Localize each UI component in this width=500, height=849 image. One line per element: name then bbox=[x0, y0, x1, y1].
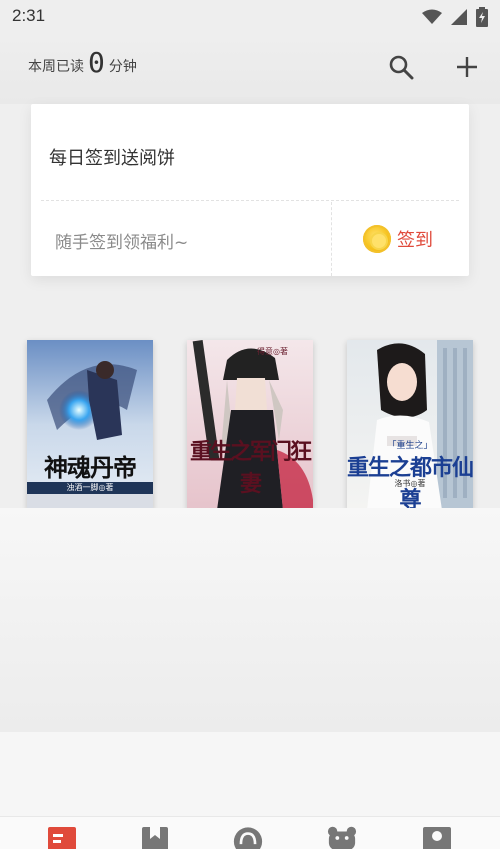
search-button[interactable] bbox=[386, 52, 416, 82]
nav-item-profile[interactable] bbox=[422, 825, 452, 849]
nav-item-community[interactable] bbox=[327, 825, 357, 849]
signin-divider bbox=[41, 200, 459, 201]
status-icons bbox=[422, 7, 488, 27]
bear-icon bbox=[327, 826, 357, 849]
weekly-prefix: 本周已读 bbox=[28, 59, 84, 75]
profile-icon bbox=[423, 827, 451, 849]
book-author-3: 洛书◎著 bbox=[394, 479, 426, 488]
book-cover-3[interactable]: 「重生之」 重生之都市仙尊 洛书◎著 bbox=[347, 340, 473, 510]
signin-button[interactable]: 签到 bbox=[363, 224, 433, 254]
status-bar: 2:31 bbox=[0, 0, 500, 34]
signin-title: 每日签到送阅饼 bbox=[49, 148, 175, 169]
wifi-icon bbox=[422, 9, 442, 24]
book-title-2: 重生之军门狂妻 bbox=[189, 439, 312, 497]
header: 本周已读 0 分钟 bbox=[0, 34, 500, 104]
nav-item-audio[interactable] bbox=[233, 825, 263, 849]
content-empty-area bbox=[0, 508, 500, 732]
weekly-suffix: 分钟 bbox=[108, 59, 137, 75]
nav-item-bookmark[interactable] bbox=[140, 825, 170, 849]
bottom-navigation bbox=[0, 816, 500, 849]
signin-button-label: 签到 bbox=[397, 230, 433, 251]
cellular-signal-icon bbox=[451, 9, 467, 25]
bookshelf-icon bbox=[48, 827, 76, 849]
weekly-minutes: 0 bbox=[88, 46, 105, 79]
book-author-1: 浊酒一脚◎著 bbox=[66, 483, 114, 492]
weekly-reading-stats: 本周已读 0 分钟 bbox=[28, 46, 137, 79]
book-cover-2[interactable]: 重生之军门狂妻 得意◎著 bbox=[187, 340, 313, 510]
signin-vertical-divider bbox=[331, 202, 332, 276]
battery-charging-icon bbox=[476, 7, 488, 27]
search-icon bbox=[389, 55, 414, 80]
headphones-icon bbox=[233, 827, 263, 849]
add-button[interactable] bbox=[452, 52, 482, 82]
signin-subtitle: 随手签到领福利~ bbox=[55, 233, 189, 253]
book-title-1: 神魂丹帝 bbox=[44, 453, 137, 482]
bookmark-icon bbox=[142, 827, 168, 849]
book-author-2: 得意◎著 bbox=[257, 347, 288, 356]
content-bottom-band bbox=[0, 732, 500, 816]
status-time: 2:31 bbox=[12, 6, 46, 25]
daily-signin-card: 每日签到送阅饼 随手签到领福利~ 签到 bbox=[31, 104, 469, 276]
book-cover-1[interactable]: 神魂丹帝 浊酒一脚◎著 bbox=[27, 340, 153, 510]
bookshelf: 神魂丹帝 浊酒一脚◎著 重生之军门狂妻 得意◎著 「重生之」 重生之都市仙尊 洛… bbox=[0, 340, 500, 510]
add-icon bbox=[457, 57, 477, 77]
nav-item-bookshelf[interactable] bbox=[47, 825, 77, 849]
coin-icon bbox=[363, 225, 391, 253]
